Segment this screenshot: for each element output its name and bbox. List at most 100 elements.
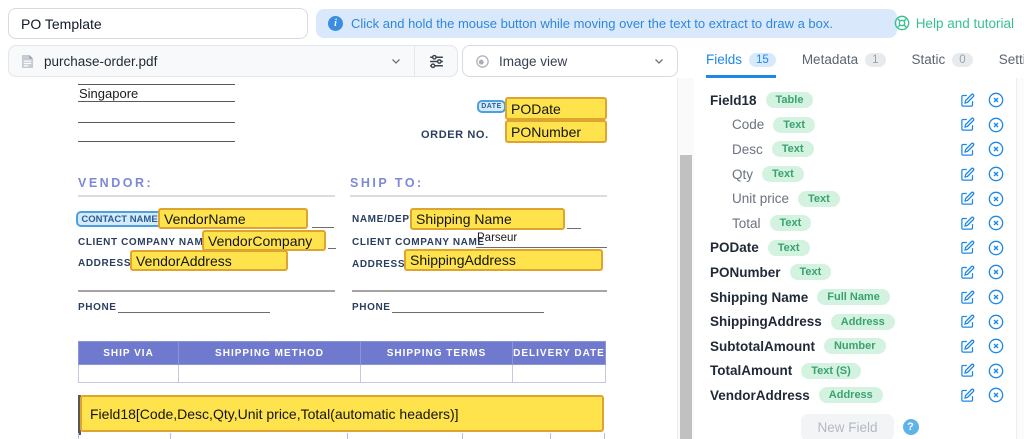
tab-label: Fields xyxy=(706,52,742,67)
phone-label: PHONE xyxy=(352,302,391,313)
field-type-badge: Text (S) xyxy=(801,363,861,379)
delete-field-icon[interactable] xyxy=(988,338,1004,354)
delete-field-icon[interactable] xyxy=(988,215,1004,231)
field-row: Qty Text xyxy=(710,162,1010,187)
tab-fields[interactable]: Fields 15 xyxy=(706,44,776,78)
field-row: PONumber Text xyxy=(710,260,1010,285)
form-line xyxy=(118,312,270,313)
vendor-address-field-highlight[interactable]: VendorAddress xyxy=(130,250,288,271)
edit-field-icon[interactable] xyxy=(960,167,975,182)
field-row: Unit price Text xyxy=(710,186,1010,211)
delete-field-icon[interactable] xyxy=(988,166,1004,182)
help-link[interactable]: Help and tutorial xyxy=(894,15,1014,31)
address-label: ADDRESS xyxy=(78,258,131,269)
vendor-name-field-highlight[interactable]: VendorName xyxy=(158,208,308,229)
edit-field-icon[interactable] xyxy=(960,314,975,329)
delete-field-icon[interactable] xyxy=(988,117,1004,133)
info-banner: i Click and hold the mouse button while … xyxy=(316,9,897,38)
vendor-company-field-highlight[interactable]: VendorCompany xyxy=(202,230,326,251)
city-text: Singapore xyxy=(79,86,138,101)
delete-field-icon[interactable] xyxy=(988,387,1004,403)
edit-field-icon[interactable] xyxy=(960,117,975,132)
field-name: PONumber xyxy=(710,265,781,280)
address-label: ADDRESS xyxy=(352,259,405,270)
table-divider xyxy=(462,433,463,439)
ship-table: SHIP VIA SHIPPING METHOD SHIPPING TERMS … xyxy=(78,341,606,383)
field-name: Desc xyxy=(732,142,763,157)
new-field-button[interactable]: New Field xyxy=(801,414,893,439)
section-rule xyxy=(78,195,335,197)
file-select[interactable]: purchase-order.pdf xyxy=(9,46,414,76)
tab-settings[interactable]: Settings xyxy=(999,44,1024,78)
delete-field-icon[interactable] xyxy=(988,240,1004,256)
template-name-input[interactable] xyxy=(8,8,308,39)
field-name: TotalAmount xyxy=(710,363,792,378)
field-name: Unit price xyxy=(732,191,789,206)
help-circle-icon[interactable]: ? xyxy=(903,419,919,435)
field-name: Shipping Name xyxy=(710,290,808,305)
edit-field-icon[interactable] xyxy=(960,290,975,305)
view-select[interactable]: Image view xyxy=(462,45,678,77)
po-date-field-highlight[interactable]: PODate xyxy=(505,97,607,120)
edit-field-icon[interactable] xyxy=(960,339,975,354)
client-company-label: CLIENT COMPANY NAME xyxy=(352,237,485,248)
info-icon: i xyxy=(328,16,343,31)
file-group: purchase-order.pdf xyxy=(8,45,458,77)
delete-field-icon[interactable] xyxy=(988,314,1004,330)
ship-table-header-cell: SHIPPING METHOD xyxy=(179,342,361,365)
edit-field-icon[interactable] xyxy=(960,240,975,255)
field-row: Shipping Name Full Name xyxy=(710,285,1010,310)
view-label: Image view xyxy=(499,54,567,69)
delete-field-icon[interactable] xyxy=(988,191,1004,207)
field-type-badge: Address xyxy=(831,314,895,330)
form-line xyxy=(392,312,544,313)
form-line xyxy=(476,247,607,248)
po-number-field-highlight[interactable]: PONumber xyxy=(505,120,607,143)
filter-sliders-button[interactable] xyxy=(415,46,457,76)
edit-field-icon[interactable] xyxy=(960,265,975,280)
lifebuoy-icon xyxy=(894,15,910,31)
edit-field-icon[interactable] xyxy=(960,191,975,206)
phone-label: PHONE xyxy=(78,302,117,313)
field-name: VendorAddress xyxy=(710,388,810,403)
field-name: ShippingAddress xyxy=(710,314,822,329)
edit-field-icon[interactable] xyxy=(960,216,975,231)
doc-scrollbar-thumb[interactable] xyxy=(680,155,692,439)
shipping-name-field-highlight[interactable]: Shipping Name xyxy=(410,208,565,230)
delete-field-icon[interactable] xyxy=(988,264,1004,280)
tab-label: Metadata xyxy=(802,52,858,67)
document-preview: Singapore DATE PODate ORDER NO. PONumber… xyxy=(0,78,700,439)
tab-label: Settings xyxy=(999,52,1024,67)
table-field-highlight[interactable]: Field18[Code,Desc,Qty,Unit price,Total(a… xyxy=(80,395,604,432)
edit-field-icon[interactable] xyxy=(960,388,975,403)
form-line xyxy=(78,84,235,85)
edit-field-icon[interactable] xyxy=(960,142,975,157)
shipping-address-field-highlight[interactable]: ShippingAddress xyxy=(404,249,603,271)
form-line xyxy=(328,248,336,249)
table-divider xyxy=(78,433,79,439)
field-row: Field18 Table xyxy=(710,88,1010,113)
ship-table-cell xyxy=(361,365,513,383)
tab-static[interactable]: Static 0 xyxy=(912,44,973,78)
field-name: Code xyxy=(732,117,764,132)
field-row: ShippingAddress Address xyxy=(710,309,1010,334)
field-row: VendorAddress Address xyxy=(710,383,1010,408)
edit-field-icon[interactable] xyxy=(960,363,975,378)
chevron-down-icon xyxy=(390,55,402,67)
field-name: PODate xyxy=(710,240,759,255)
field-row: Total Text xyxy=(710,211,1010,236)
field-type-badge: Text xyxy=(790,264,832,280)
tab-metadata[interactable]: Metadata 1 xyxy=(802,44,886,78)
delete-field-icon[interactable] xyxy=(988,92,1004,108)
delete-field-icon[interactable] xyxy=(988,363,1004,379)
page-scrollbar[interactable] xyxy=(1016,78,1024,439)
ship-table-cell xyxy=(79,365,179,383)
contact-name-highlight[interactable]: CONTACT NAME xyxy=(76,211,163,227)
delete-field-icon[interactable] xyxy=(988,141,1004,157)
tab-label: Static xyxy=(912,52,946,67)
delete-field-icon[interactable] xyxy=(988,289,1004,305)
panel-tabs: Fields 15 Metadata 1 Static 0 Settings xyxy=(706,44,1024,78)
field-row: Desc Text xyxy=(710,137,1010,162)
date-highlight[interactable]: DATE xyxy=(477,100,506,113)
edit-field-icon[interactable] xyxy=(960,93,975,108)
